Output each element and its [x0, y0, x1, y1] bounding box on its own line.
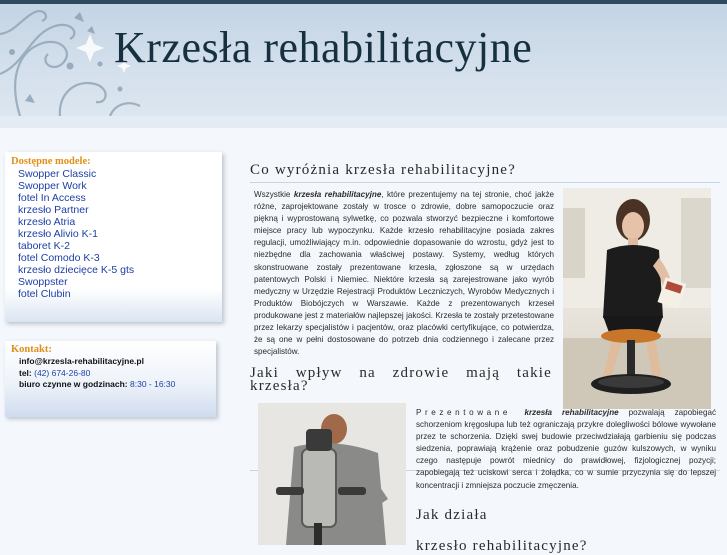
contact-tel-label: tel: [19, 368, 32, 378]
section2-heading: Jaki wpływ na zdrowie mają takie krzesła… [250, 366, 552, 394]
section1-heading: Co wyróżnia krzesła rehabilitacyjne? [250, 162, 517, 178]
header-band [0, 116, 727, 128]
woman-on-swopper-photo [563, 188, 711, 409]
model-link-atria[interactable]: krzesło Atria [18, 216, 75, 228]
model-link-alivio-k1[interactable]: krzesło Alivio K-1 [18, 228, 98, 240]
contact-email-line: info@krzesla-rehabilitacyjne.pl [19, 356, 144, 366]
section1-lead: Wszystkie [254, 190, 294, 199]
model-link-swopper-classic[interactable]: Swopper Classic [18, 168, 96, 180]
man-in-office-chair-photo [258, 403, 406, 545]
section1-body: , które prezentujemy na tej stronie, cho… [254, 190, 555, 357]
section2-lead-emphasis: krzesła rehabilitacyjne [524, 408, 619, 417]
model-link-clubin[interactable]: fotel Clubin [18, 288, 71, 300]
section3-heading: Jak działa [416, 507, 488, 523]
contact-email[interactable]: info@krzesla-rehabilitacyjne.pl [19, 356, 144, 366]
section1-paragraph: Wszystkie krzesła rehabilitacyjne, które… [254, 189, 554, 358]
section2-lead: Prezentowane [416, 408, 525, 417]
model-link-taboret-k2[interactable]: taboret K-2 [18, 240, 70, 252]
section2-body: pozwalają zapobiegać schorzeniom kręgosł… [416, 408, 716, 490]
contact-hours-label: biuro czynne w godzinach: [19, 379, 128, 389]
man-photo-illustration [258, 403, 406, 545]
model-link-in-access[interactable]: fotel In Access [18, 192, 86, 204]
site-header: Krzesła rehabilitacyjne [0, 0, 727, 116]
contact-tel-line: tel: (42) 674-26-80 [19, 368, 90, 378]
model-link-comodo-k3[interactable]: fotel Comodo K-3 [18, 252, 100, 264]
section1-divider [250, 182, 720, 183]
model-link-swopper-work[interactable]: Swopper Work [18, 180, 87, 192]
section2-heading-line2: krzesła? [250, 378, 309, 394]
site-title: Krzesła rehabilitacyjne [114, 23, 533, 72]
model-link-k5-gts[interactable]: krzesło dziecięce K-5 gts [18, 264, 134, 276]
section2-paragraph: Prezentowane krzesła rehabilitacyjne poz… [416, 407, 716, 492]
contact-title: Kontakt: [11, 344, 52, 355]
contact-tel-value: (42) 674-26-80 [34, 368, 91, 378]
model-link-swoppster[interactable]: Swoppster [18, 276, 68, 288]
contact-hours-value: 8:30 - 16:30 [130, 379, 176, 389]
section1-lead-emphasis: krzesła rehabilitacyjne [293, 190, 382, 199]
woman-photo-illustration [563, 188, 711, 409]
model-link-partner[interactable]: krzesło Partner [18, 204, 89, 216]
models-box: Dostępne modele: Swopper Classic Swopper… [5, 152, 222, 322]
section3-cut-line: krzesło rehabilitacyjne? [416, 538, 588, 554]
contact-hours-line: biuro czynne w godzinach: 8:30 - 16:30 [19, 379, 175, 389]
models-title: Dostępne modele: [11, 156, 91, 167]
contact-box: Kontakt: info@krzesla-rehabilitacyjne.pl… [5, 341, 216, 417]
